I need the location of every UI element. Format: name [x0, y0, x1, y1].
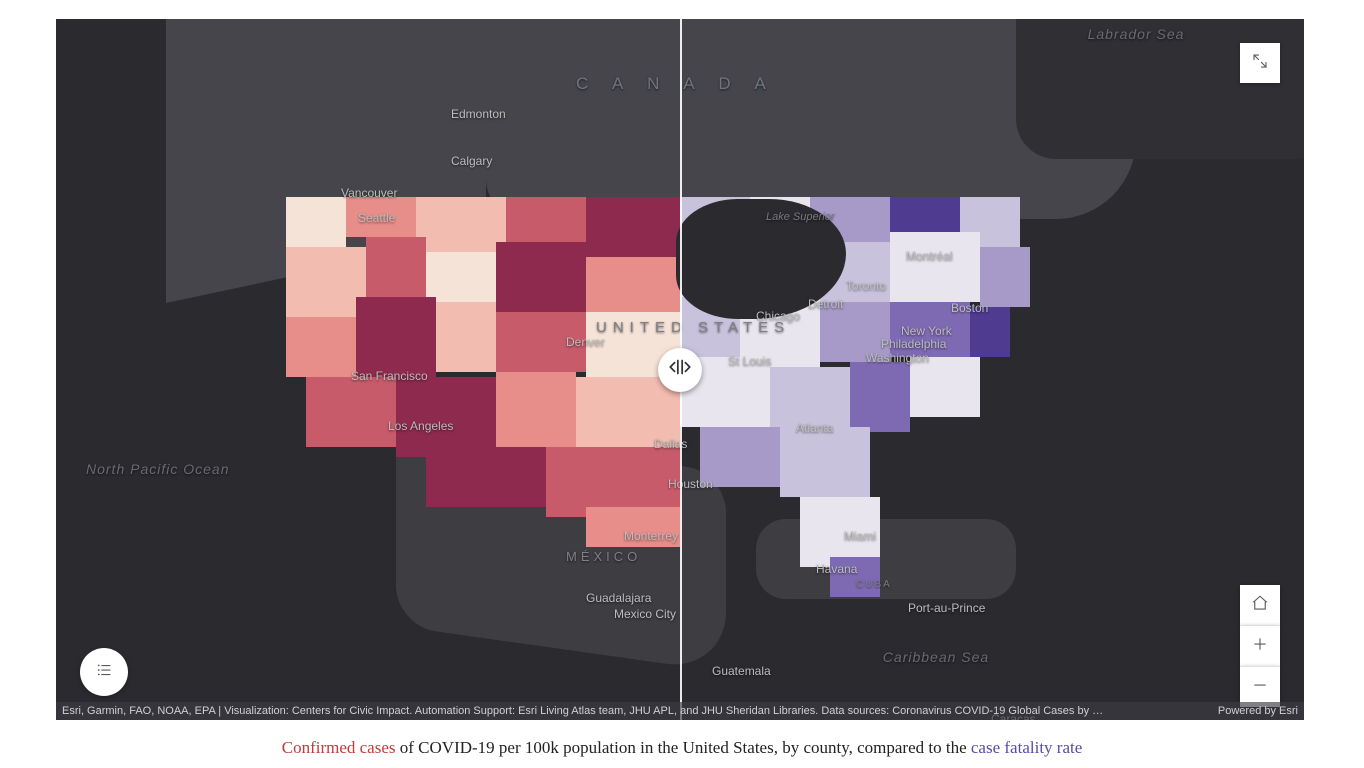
choropleth-confirmed: [286, 197, 680, 520]
city-guatemala: Guatemala: [712, 664, 771, 678]
caption-mid: of COVID-19 per 100k population in the U…: [396, 738, 971, 757]
expand-icon: [1251, 52, 1269, 75]
figure-caption: Confirmed cases of COVID-19 per 100k pop…: [0, 738, 1364, 758]
minus-icon: [1251, 676, 1269, 699]
expand-button[interactable]: [1240, 43, 1280, 83]
attribution-bar: Esri, Garmin, FAO, NOAA, EPA | Visualiza…: [56, 702, 1304, 720]
swipe-handle[interactable]: [658, 348, 702, 392]
zoom-out-button[interactable]: [1240, 666, 1280, 707]
city-port-au-prince: Port-au-Prince: [908, 601, 985, 615]
landmass: [1016, 19, 1304, 159]
label-ocean-pacific: North Pacific Ocean: [86, 459, 206, 480]
list-icon: [95, 661, 113, 684]
caption-fatality: case fatality rate: [971, 738, 1082, 757]
attribution-powered[interactable]: Powered by Esri: [1218, 702, 1298, 720]
legend-button[interactable]: [80, 648, 128, 696]
label-caribbean-sea: Caribbean Sea: [876, 647, 996, 668]
home-extent-button[interactable]: [1240, 585, 1280, 625]
zoom-in-button[interactable]: [1240, 625, 1280, 666]
caption-confirmed: Confirmed cases: [282, 738, 396, 757]
app-frame: North Pacific Ocean Caribbean Sea Labrad…: [0, 0, 1364, 768]
plus-icon: [1251, 635, 1269, 658]
landmass: [756, 519, 1016, 599]
attribution-sources: Esri, Garmin, FAO, NOAA, EPA | Visualiza…: [62, 702, 1208, 720]
swipe-map[interactable]: North Pacific Ocean Caribbean Sea Labrad…: [56, 19, 1304, 720]
swipe-arrows-icon: [667, 354, 693, 385]
home-icon: [1251, 594, 1269, 617]
